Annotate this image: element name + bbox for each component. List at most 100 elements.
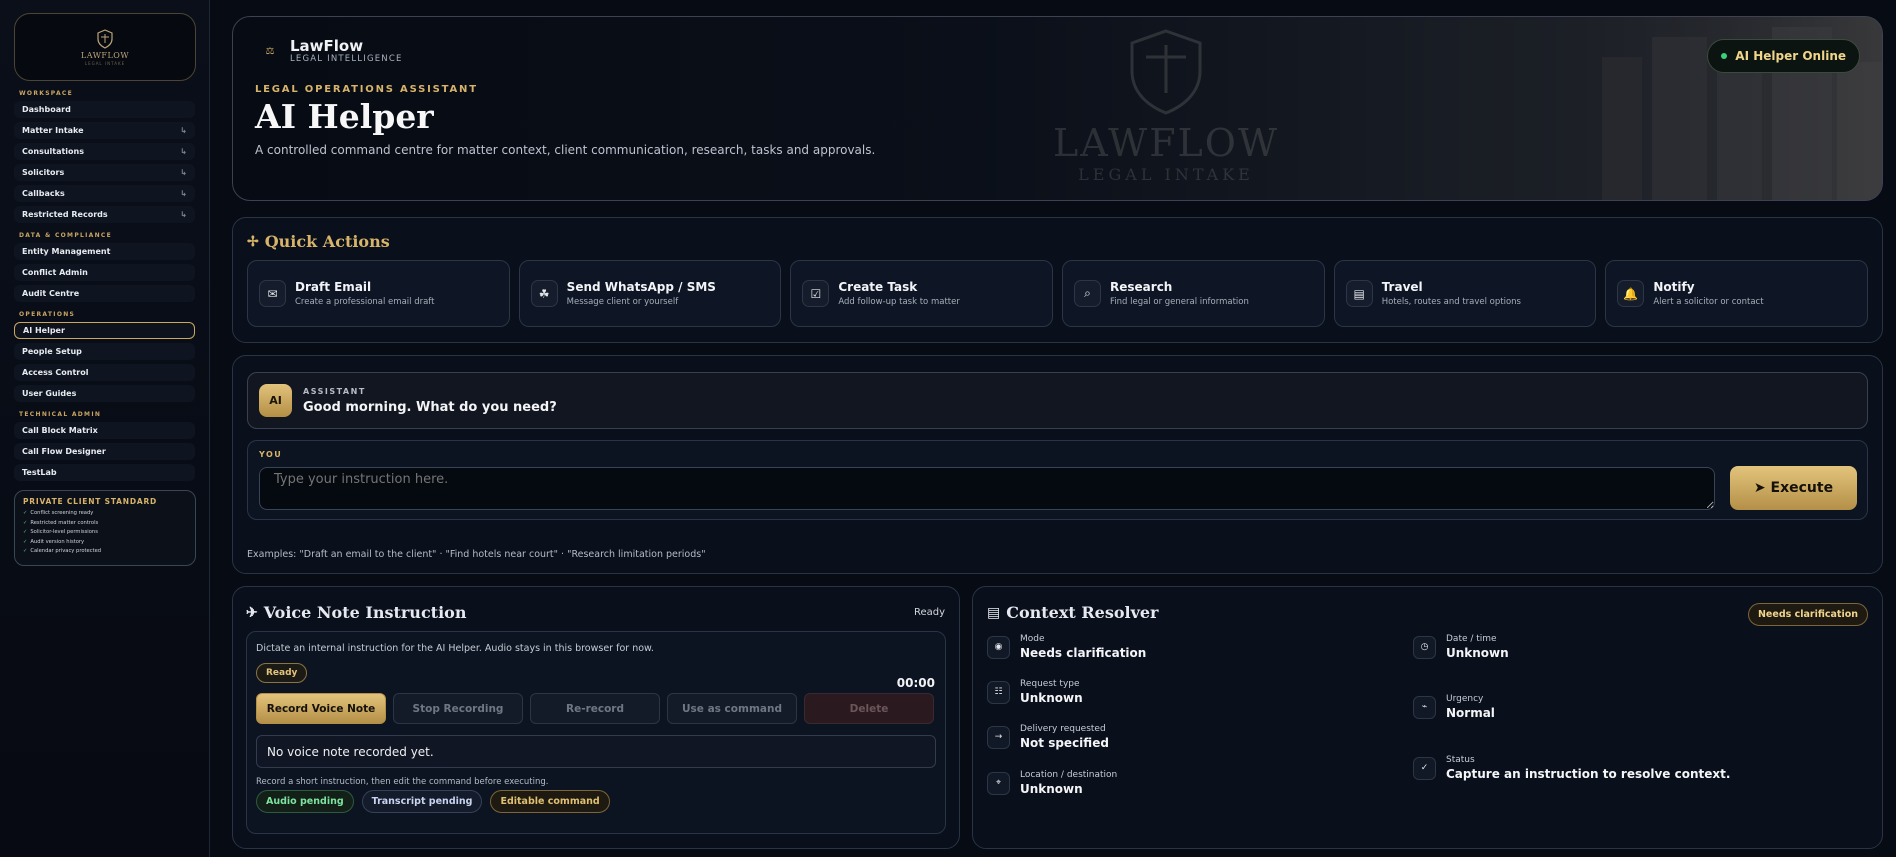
context-label: Urgency [1446, 694, 1484, 704]
sidebar-item-solicitors[interactable]: Solicitors ↳ [14, 164, 195, 181]
quick-actions-panel: ✢ Quick Actions ✉ Draft Email Create a pr… [232, 217, 1883, 343]
sidebar-item-ai-helper[interactable]: AI Helper [14, 322, 195, 339]
sidebar-logo[interactable]: LAWFLOW LEGAL INTAKE [14, 13, 196, 81]
standard-line: ✓ Calendar privacy protected [23, 548, 102, 554]
sidebar-item-entity-management[interactable]: Entity Management [14, 243, 195, 260]
assistant-message-text: Good morning. What do you need? [303, 399, 557, 415]
context-value: Unknown [1020, 691, 1083, 705]
quick-action-research[interactable]: ⌕ Research Find legal or general informat… [1062, 260, 1325, 327]
quick-actions-row: ✉ Draft Email Create a professional email… [247, 260, 1869, 327]
sidebar-item-callbacks[interactable]: Callbacks ↳ [14, 185, 195, 202]
brand-subtitle: LEGAL INTELLIGENCE [290, 54, 403, 64]
submenu-arrow-icon: ↳ [180, 210, 187, 219]
quick-action-title: Send WhatsApp / SMS [566, 280, 716, 294]
voice-status-label: Ready [913, 607, 945, 618]
assistant-message: AI ASSISTANT Good morning. What do you n… [247, 372, 1868, 429]
nav-section-operations: OPERATIONS [19, 311, 76, 318]
examples-hint: Examples: "Draft an email to the client"… [247, 549, 706, 560]
quick-action-subtitle: Create a professional email draft [295, 297, 435, 307]
sidebar-item-dashboard[interactable]: Dashboard [14, 101, 195, 118]
ai-online-status-badge: AI Helper Online [1707, 39, 1860, 73]
standard-line: ✓ Solicitor-level permissions [23, 529, 98, 535]
sidebar-item-user-guides[interactable]: User Guides [14, 385, 195, 402]
sidebar-item-restricted-records[interactable]: Restricted Records ↳ [14, 206, 195, 223]
context-delivery: → Delivery requested Not specified [987, 724, 1109, 750]
quick-action-title: Create Task [838, 280, 918, 294]
logo-text: LAWFLOW [80, 50, 130, 60]
quick-action-subtitle: Add follow-up task to matter [838, 297, 960, 307]
use-as-command-button[interactable]: Use as command [667, 693, 797, 724]
panel-title-text: Quick Actions [264, 232, 390, 251]
context-value: Unknown [1446, 646, 1509, 660]
sidebar-item-label: TestLab [22, 468, 57, 477]
delete-voice-note-button[interactable]: Delete [804, 693, 934, 724]
check-icon: ✓ [1413, 756, 1436, 780]
sidebar-item-label: Dashboard [22, 105, 71, 114]
editable-command-tag: Editable command [490, 790, 610, 813]
list-icon: ▤ [1345, 280, 1373, 307]
sidebar-item-call-flow-designer[interactable]: Call Flow Designer [14, 443, 195, 460]
you-label: YOU [259, 450, 283, 459]
check-icon: ✓ [23, 529, 28, 535]
sidebar-item-conflict-admin[interactable]: Conflict Admin [14, 264, 195, 281]
voice-note-body: Dictate an internal instruction for the … [246, 631, 946, 834]
quick-action-subtitle: Hotels, routes and travel options [1381, 297, 1521, 307]
quick-action-notify[interactable]: 🔔 Notify Alert a solicitor or contact [1605, 260, 1869, 327]
standard-line: ✓ Conflict screening ready [23, 510, 94, 516]
brand-name: LawFlow [290, 37, 364, 55]
hero-description: A controlled command centre for matter c… [255, 143, 876, 157]
context-mode: ◉ Mode Needs clarification [987, 634, 1146, 660]
quick-action-title: Notify [1653, 280, 1695, 294]
quick-action-draft-email[interactable]: ✉ Draft Email Create a professional email… [247, 260, 510, 327]
context-urgency: ⌁ Urgency Normal [1413, 694, 1495, 720]
stop-recording-button[interactable]: Stop Recording [393, 693, 523, 724]
crest-icon [97, 28, 113, 49]
online-dot-icon [1721, 53, 1728, 59]
quick-action-title: Research [1110, 280, 1173, 294]
instruction-input[interactable] [259, 467, 1715, 510]
page-title: AI Helper [255, 97, 434, 136]
ai-avatar: AI [259, 384, 292, 417]
quick-action-create-task[interactable]: ☑ Create Task Add follow-up task to matte… [790, 260, 1054, 327]
sidebar-item-label: Audit Centre [22, 289, 80, 298]
assistant-label: ASSISTANT [303, 386, 366, 396]
sidebar-item-label: Consultations [22, 147, 85, 156]
transcript-pending-tag: Transcript pending [361, 790, 483, 813]
nav-section-technical-admin: TECHNICAL ADMIN [19, 411, 102, 418]
sidebar-item-label: Access Control [22, 368, 89, 377]
re-record-button[interactable]: Re-record [530, 693, 660, 724]
scales-crest-icon [1130, 29, 1202, 115]
chat-panel: AI ASSISTANT Good morning. What do you n… [232, 355, 1883, 574]
bell-icon: 🔔 [1617, 280, 1645, 307]
sidebar-item-access-control[interactable]: Access Control [14, 364, 195, 381]
mode-icon: ◉ [987, 635, 1010, 659]
context-resolver-title: ▤ Context Resolver [987, 603, 1868, 622]
location-pin-icon: ⌖ [987, 771, 1010, 795]
panel-title-text: Voice Note Instruction [263, 603, 467, 622]
quick-action-subtitle: Message client or yourself [566, 297, 679, 307]
hero-banner: LAWFLOW LEGAL INTAKE ⚖ LawFlow LEGAL INT… [232, 16, 1883, 201]
sidebar-item-call-block-matrix[interactable]: Call Block Matrix [14, 422, 195, 439]
voice-ready-badge: Ready [256, 663, 308, 683]
sidebar-item-audit-centre[interactable]: Audit Centre [14, 285, 195, 302]
sidebar-item-matter-intake[interactable]: Matter Intake ↳ [14, 122, 195, 139]
quick-actions-title: ✢ Quick Actions [247, 232, 1868, 251]
hero-watermark: LAWFLOW LEGAL INTAKE [1053, 27, 1279, 184]
execute-button[interactable]: ➤ Execute [1730, 466, 1857, 510]
sidebar: LAWFLOW LEGAL INTAKE WORKSPACE Dashboard… [0, 0, 210, 857]
hero-brand: ⚖ LawFlow LEGAL INTELLIGENCE [258, 37, 403, 65]
panel-title-text: Context Resolver [1006, 603, 1159, 622]
quick-action-travel[interactable]: ▤ Travel Hotels, routes and travel option… [1333, 260, 1597, 327]
submenu-arrow-icon: ↳ [180, 189, 187, 198]
chat-icon: ☘ [530, 280, 558, 307]
voice-note-panel: ✈ Voice Note Instruction Ready Dictate a… [232, 586, 960, 849]
voice-hint: Record a short instruction, then edit th… [256, 777, 549, 787]
quick-action-send-whatsapp-sms[interactable]: ☘ Send WhatsApp / SMS Message client or y… [518, 260, 782, 327]
record-voice-note-button[interactable]: Record Voice Note [256, 693, 386, 724]
context-label: Date / time [1446, 634, 1497, 644]
submenu-arrow-icon: ↳ [180, 126, 187, 135]
sidebar-item-consultations[interactable]: Consultations ↳ [14, 143, 195, 160]
sidebar-item-testlab[interactable]: TestLab [14, 464, 195, 481]
sidebar-item-people-setup[interactable]: People Setup [14, 343, 195, 360]
search-icon: ⌕ [1074, 280, 1102, 307]
